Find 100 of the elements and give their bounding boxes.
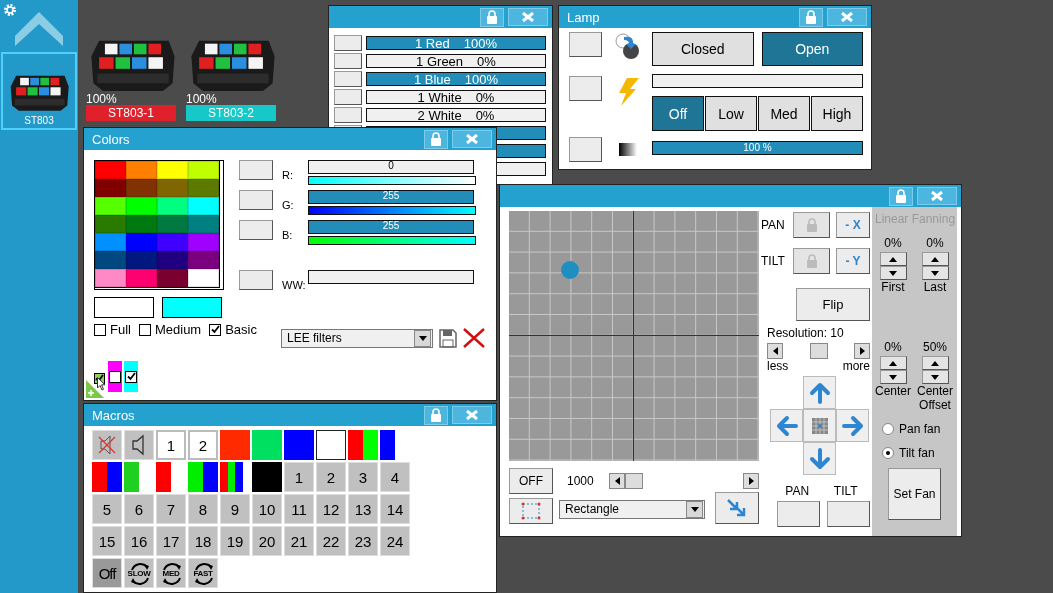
center-button[interactable] [803,409,836,442]
palette-swatch[interactable] [188,233,219,251]
macro-button[interactable]: 22 [316,526,346,556]
macro-button[interactable]: 16 [124,526,154,556]
channel-bar[interactable]: 2 White 0% [366,108,546,122]
increase-button[interactable] [921,356,949,370]
checkbox[interactable] [125,370,137,383]
palette-swatch[interactable] [95,197,126,215]
color-macro-button[interactable] [220,462,250,492]
channel-bar[interactable]: 1 Blue 100% [366,72,546,86]
lock-button[interactable] [799,7,823,27]
speed-button[interactable]: SLOW [124,558,154,588]
palette-swatch[interactable] [188,179,219,197]
palette-swatch[interactable] [126,251,157,269]
preset-column[interactable] [124,361,138,392]
macro-button[interactable]: 7 [156,494,186,524]
strobe-option[interactable]: Low [705,96,757,131]
macro-button[interactable]: 13 [348,494,378,524]
palette-swatch[interactable] [157,233,188,251]
channel-bar[interactable]: 1 Red 100% [366,36,546,50]
value-bar[interactable]: 0 [308,160,474,174]
shutter-button[interactable] [569,32,602,57]
channel-button[interactable] [334,107,362,123]
palette-swatch[interactable] [95,233,126,251]
macro-button[interactable]: 6 [124,494,154,524]
palette-swatch[interactable] [95,269,126,287]
decrease-button[interactable] [921,370,949,384]
palette-swatch[interactable] [188,251,219,269]
position-dot[interactable] [561,261,579,279]
channel-bar[interactable]: 1 Green 0% [366,54,546,68]
macro-button[interactable]: 19 [220,526,250,556]
palette-swatch[interactable] [157,215,188,233]
macro-button[interactable]: 20 [252,526,282,556]
dimmer-bar[interactable]: 100 % [652,141,863,155]
delete-icon[interactable] [463,328,485,348]
filter-dropdown[interactable]: LEE filters [281,328,433,348]
macro-button[interactable]: 5 [92,494,122,524]
value-bar[interactable]: 255 [308,190,474,204]
channel-button[interactable] [334,53,362,69]
checkbox[interactable] [138,323,151,336]
mute-button[interactable] [92,430,122,460]
checkbox[interactable] [94,323,106,336]
macro-button[interactable]: 11 [284,494,314,524]
palette-swatch[interactable] [126,233,157,251]
channel-bar[interactable]: 1 White 0% [366,90,546,104]
value-bar[interactable]: 255 [308,220,474,234]
palette-swatch[interactable] [188,161,219,179]
scroll-left-button[interactable] [767,343,783,359]
close-button[interactable] [508,8,548,26]
palette-swatch[interactable] [157,269,188,287]
macro-button[interactable]: 3 [348,462,378,492]
speed-button[interactable]: FAST [188,558,218,588]
color-macro-button[interactable] [156,462,171,492]
palette-swatch[interactable] [126,215,157,233]
speed-off-button[interactable]: Off [92,558,122,588]
palette-swatch[interactable] [188,215,219,233]
fixture-name[interactable]: ST803-1 [86,105,176,121]
settings-icon[interactable] [3,3,17,17]
save-icon[interactable] [439,328,457,348]
close-button[interactable] [452,130,492,148]
right-button[interactable] [836,409,869,442]
preset-button[interactable]: 2 [188,430,218,460]
strobe-option[interactable]: Off [652,96,704,131]
shape-dropdown[interactable]: Rectangle [559,499,705,519]
lock-button[interactable] [889,186,913,206]
close-button[interactable] [452,406,492,424]
close-button[interactable] [827,8,867,26]
decrease-button[interactable] [879,370,907,384]
scroll-left-button[interactable] [609,473,625,489]
macro-button[interactable]: 1 [284,462,314,492]
palette-swatch[interactable] [188,269,219,287]
macro-button[interactable]: 17 [156,526,186,556]
slider-thumb[interactable] [625,473,643,489]
channel-button[interactable] [239,270,273,290]
macro-button[interactable]: 24 [380,526,410,556]
shutter-option[interactable]: Closed [652,32,754,66]
color-macro-button[interactable] [252,462,282,492]
decrease-button[interactable] [921,266,949,280]
macro-button[interactable]: 9 [220,494,250,524]
swap-button[interactable] [715,492,759,524]
preset-column[interactable] [108,361,122,392]
down-button[interactable] [803,442,836,475]
palette-swatch[interactable] [126,179,157,197]
palette-swatch[interactable] [126,269,157,287]
value-bar[interactable] [308,270,474,284]
channel-button[interactable] [239,190,273,210]
increase-button[interactable] [879,356,907,370]
axis-button[interactable] [827,501,870,527]
color-macro-button[interactable] [220,430,250,460]
lock-button[interactable] [424,405,448,425]
channel-button[interactable] [334,89,362,105]
macro-button[interactable]: 21 [284,526,314,556]
strobe-option[interactable]: Med [758,96,810,131]
increase-button[interactable] [879,252,907,266]
radio-button[interactable] [882,423,894,435]
macro-button[interactable]: 12 [316,494,346,524]
lock-button[interactable] [424,129,448,149]
lock-button[interactable] [480,7,504,27]
checkbox[interactable] [209,323,222,336]
flip-button[interactable]: Flip [796,288,870,321]
